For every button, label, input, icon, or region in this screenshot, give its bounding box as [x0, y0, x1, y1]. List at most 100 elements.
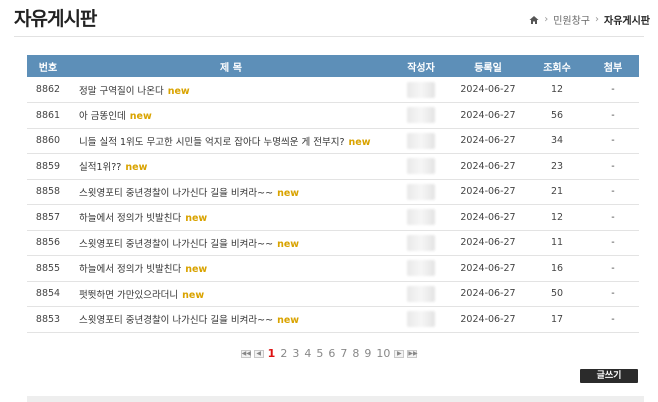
row-title-link[interactable]: 실적1위??	[79, 162, 121, 173]
blurred-author	[407, 234, 435, 251]
new-badge: new	[277, 238, 300, 250]
table-row[interactable]: 8859 실적1위?? new 2024-06-27 23 -	[27, 153, 639, 180]
row-no: 8856	[27, 230, 69, 256]
row-title-link[interactable]: 아 금똥인데	[79, 111, 126, 122]
double-left-arrow-icon[interactable]: ◀◀	[240, 349, 251, 358]
page-link-10[interactable]: 10	[375, 347, 391, 360]
double-right-arrow-icon[interactable]: ▶▶	[407, 349, 418, 358]
row-title-link[interactable]: 정말 구역질이 나온다	[79, 86, 164, 97]
page-link-4[interactable]: 4	[303, 347, 312, 360]
write-button[interactable]: 글쓰기	[580, 369, 638, 383]
title-divider	[14, 36, 644, 37]
row-attach: -	[587, 179, 639, 205]
row-title-cell: 실적1위?? new	[69, 153, 393, 180]
row-title-cell: 스윗영포티 중년경찰이 나가신다 길을 비켜라~~ new	[69, 306, 393, 333]
row-date: 2024-06-27	[449, 102, 527, 129]
page-link-9[interactable]: 9	[363, 347, 372, 360]
row-no: 8858	[27, 179, 69, 205]
header-attach: 첨부	[587, 55, 639, 77]
row-title-link[interactable]: 니들 실적 1위도 무고한 시민들 억지로 잡아다 누명씌운 게 전부지?	[79, 137, 345, 148]
row-date: 2024-06-27	[449, 281, 527, 307]
row-attach: -	[587, 128, 639, 154]
pagination: ◀◀ ◀ 1 2 3 4 5 6 7 8 9 10 ▶ ▶▶	[0, 347, 658, 360]
row-no: 8855	[27, 255, 69, 282]
row-author	[393, 281, 449, 307]
home-icon[interactable]	[529, 15, 539, 25]
breadcrumb-separator-icon: ›	[595, 14, 599, 25]
blurred-author	[407, 285, 435, 302]
row-author	[393, 153, 449, 180]
right-arrow-icon[interactable]: ▶	[394, 349, 405, 358]
row-no: 8859	[27, 153, 69, 180]
table-row[interactable]: 8858 스윗영포티 중년경찰이 나가신다 길을 비켜라~~ new 2024-0…	[27, 179, 639, 205]
bottom-bar	[27, 396, 644, 402]
row-title-cell: 스윗영포티 중년경찰이 나가신다 길을 비켜라~~ new	[69, 179, 393, 205]
row-date: 2024-06-27	[449, 179, 527, 205]
table-row[interactable]: 8861 아 금똥인데 new 2024-06-27 56 -	[27, 102, 639, 129]
row-title-cell: 아 금똥인데 new	[69, 102, 393, 129]
new-badge: new	[182, 289, 205, 301]
new-badge: new	[348, 136, 371, 148]
row-no: 8853	[27, 306, 69, 333]
blurred-author	[407, 260, 435, 277]
blurred-author	[407, 158, 435, 175]
page-title: 자유게시판	[14, 8, 97, 30]
row-attach: -	[587, 255, 639, 282]
row-views: 11	[527, 230, 587, 256]
row-title-cell: 니들 실적 1위도 무고한 시민들 억지로 잡아다 누명씌운 게 전부지? new	[69, 128, 393, 154]
row-title-link[interactable]: 펏뜃하면 가만있으라더니	[79, 290, 178, 301]
breadcrumb-item-current: 자유게시판	[604, 16, 650, 27]
page-link-2[interactable]: 2	[279, 347, 288, 360]
row-date: 2024-06-27	[449, 128, 527, 154]
new-badge: new	[277, 315, 300, 327]
row-views: 12	[527, 77, 587, 103]
table-row[interactable]: 8855 하늘에서 정의가 빗발친다 new 2024-06-27 16 -	[27, 255, 639, 282]
table-row[interactable]: 8856 스윗영포티 중년경찰이 나가신다 길을 비켜라~~ new 2024-0…	[27, 230, 639, 256]
table-row[interactable]: 8860 니들 실적 1위도 무고한 시민들 억지로 잡아다 누명씌운 게 전부…	[27, 128, 639, 154]
page-link-5[interactable]: 5	[315, 347, 324, 360]
row-title-link[interactable]: 하늘에서 정의가 빗발친다	[79, 264, 181, 275]
table-row[interactable]: 8857 하늘에서 정의가 빗발친다 new 2024-06-27 12 -	[27, 204, 639, 231]
page-link-7[interactable]: 7	[339, 347, 348, 360]
row-title-cell: 펏뜃하면 가만있으라더니 new	[69, 281, 393, 307]
new-badge: new	[129, 111, 152, 123]
page-link-1[interactable]: 1	[267, 347, 277, 360]
breadcrumb: › 민원창구 › 자유게시판	[529, 12, 650, 27]
row-title-link[interactable]: 스윗영포티 중년경찰이 나가신다 길을 비켜라~~	[79, 188, 273, 199]
row-title-link[interactable]: 하늘에서 정의가 빗발친다	[79, 213, 181, 224]
page-link-3[interactable]: 3	[291, 347, 300, 360]
blurred-author	[407, 183, 435, 200]
row-author	[393, 102, 449, 129]
row-author	[393, 255, 449, 282]
page-link-6[interactable]: 6	[327, 347, 336, 360]
row-title-link[interactable]: 스윗영포티 중년경찰이 나가신다 길을 비켜라~~	[79, 239, 273, 250]
header-author: 작성자	[393, 55, 449, 77]
header-title: 제 목	[69, 55, 393, 77]
row-title-link[interactable]: 스윗영포티 중년경찰이 나가신다 길을 비켜라~~	[79, 315, 273, 326]
page-link-8[interactable]: 8	[351, 347, 360, 360]
row-attach: -	[587, 153, 639, 180]
row-attach: -	[587, 204, 639, 231]
row-date: 2024-06-27	[449, 230, 527, 256]
new-badge: new	[277, 187, 300, 199]
table-row[interactable]: 8853 스윗영포티 중년경찰이 나가신다 길을 비켜라~~ new 2024-0…	[27, 306, 639, 333]
left-arrow-icon[interactable]: ◀	[253, 349, 264, 358]
table-row[interactable]: 8854 펏뜃하면 가만있으라더니 new 2024-06-27 50 -	[27, 281, 639, 307]
blurred-author	[407, 311, 435, 328]
row-attach: -	[587, 230, 639, 256]
breadcrumb-item-minwon[interactable]: 민원창구	[553, 12, 590, 27]
row-no: 8860	[27, 128, 69, 154]
row-date: 2024-06-27	[449, 306, 527, 333]
row-views: 16	[527, 255, 587, 282]
row-author	[393, 306, 449, 333]
row-views: 50	[527, 281, 587, 307]
table-row[interactable]: 8862 정말 구역질이 나온다 new 2024-06-27 12 -	[27, 77, 639, 103]
row-author	[393, 179, 449, 205]
row-title-cell: 하늘에서 정의가 빗발친다 new	[69, 255, 393, 282]
row-author	[393, 204, 449, 231]
new-badge: new	[125, 162, 148, 174]
row-views: 34	[527, 128, 587, 154]
row-no: 8861	[27, 102, 69, 129]
row-no: 8854	[27, 281, 69, 307]
blurred-author	[407, 209, 435, 226]
